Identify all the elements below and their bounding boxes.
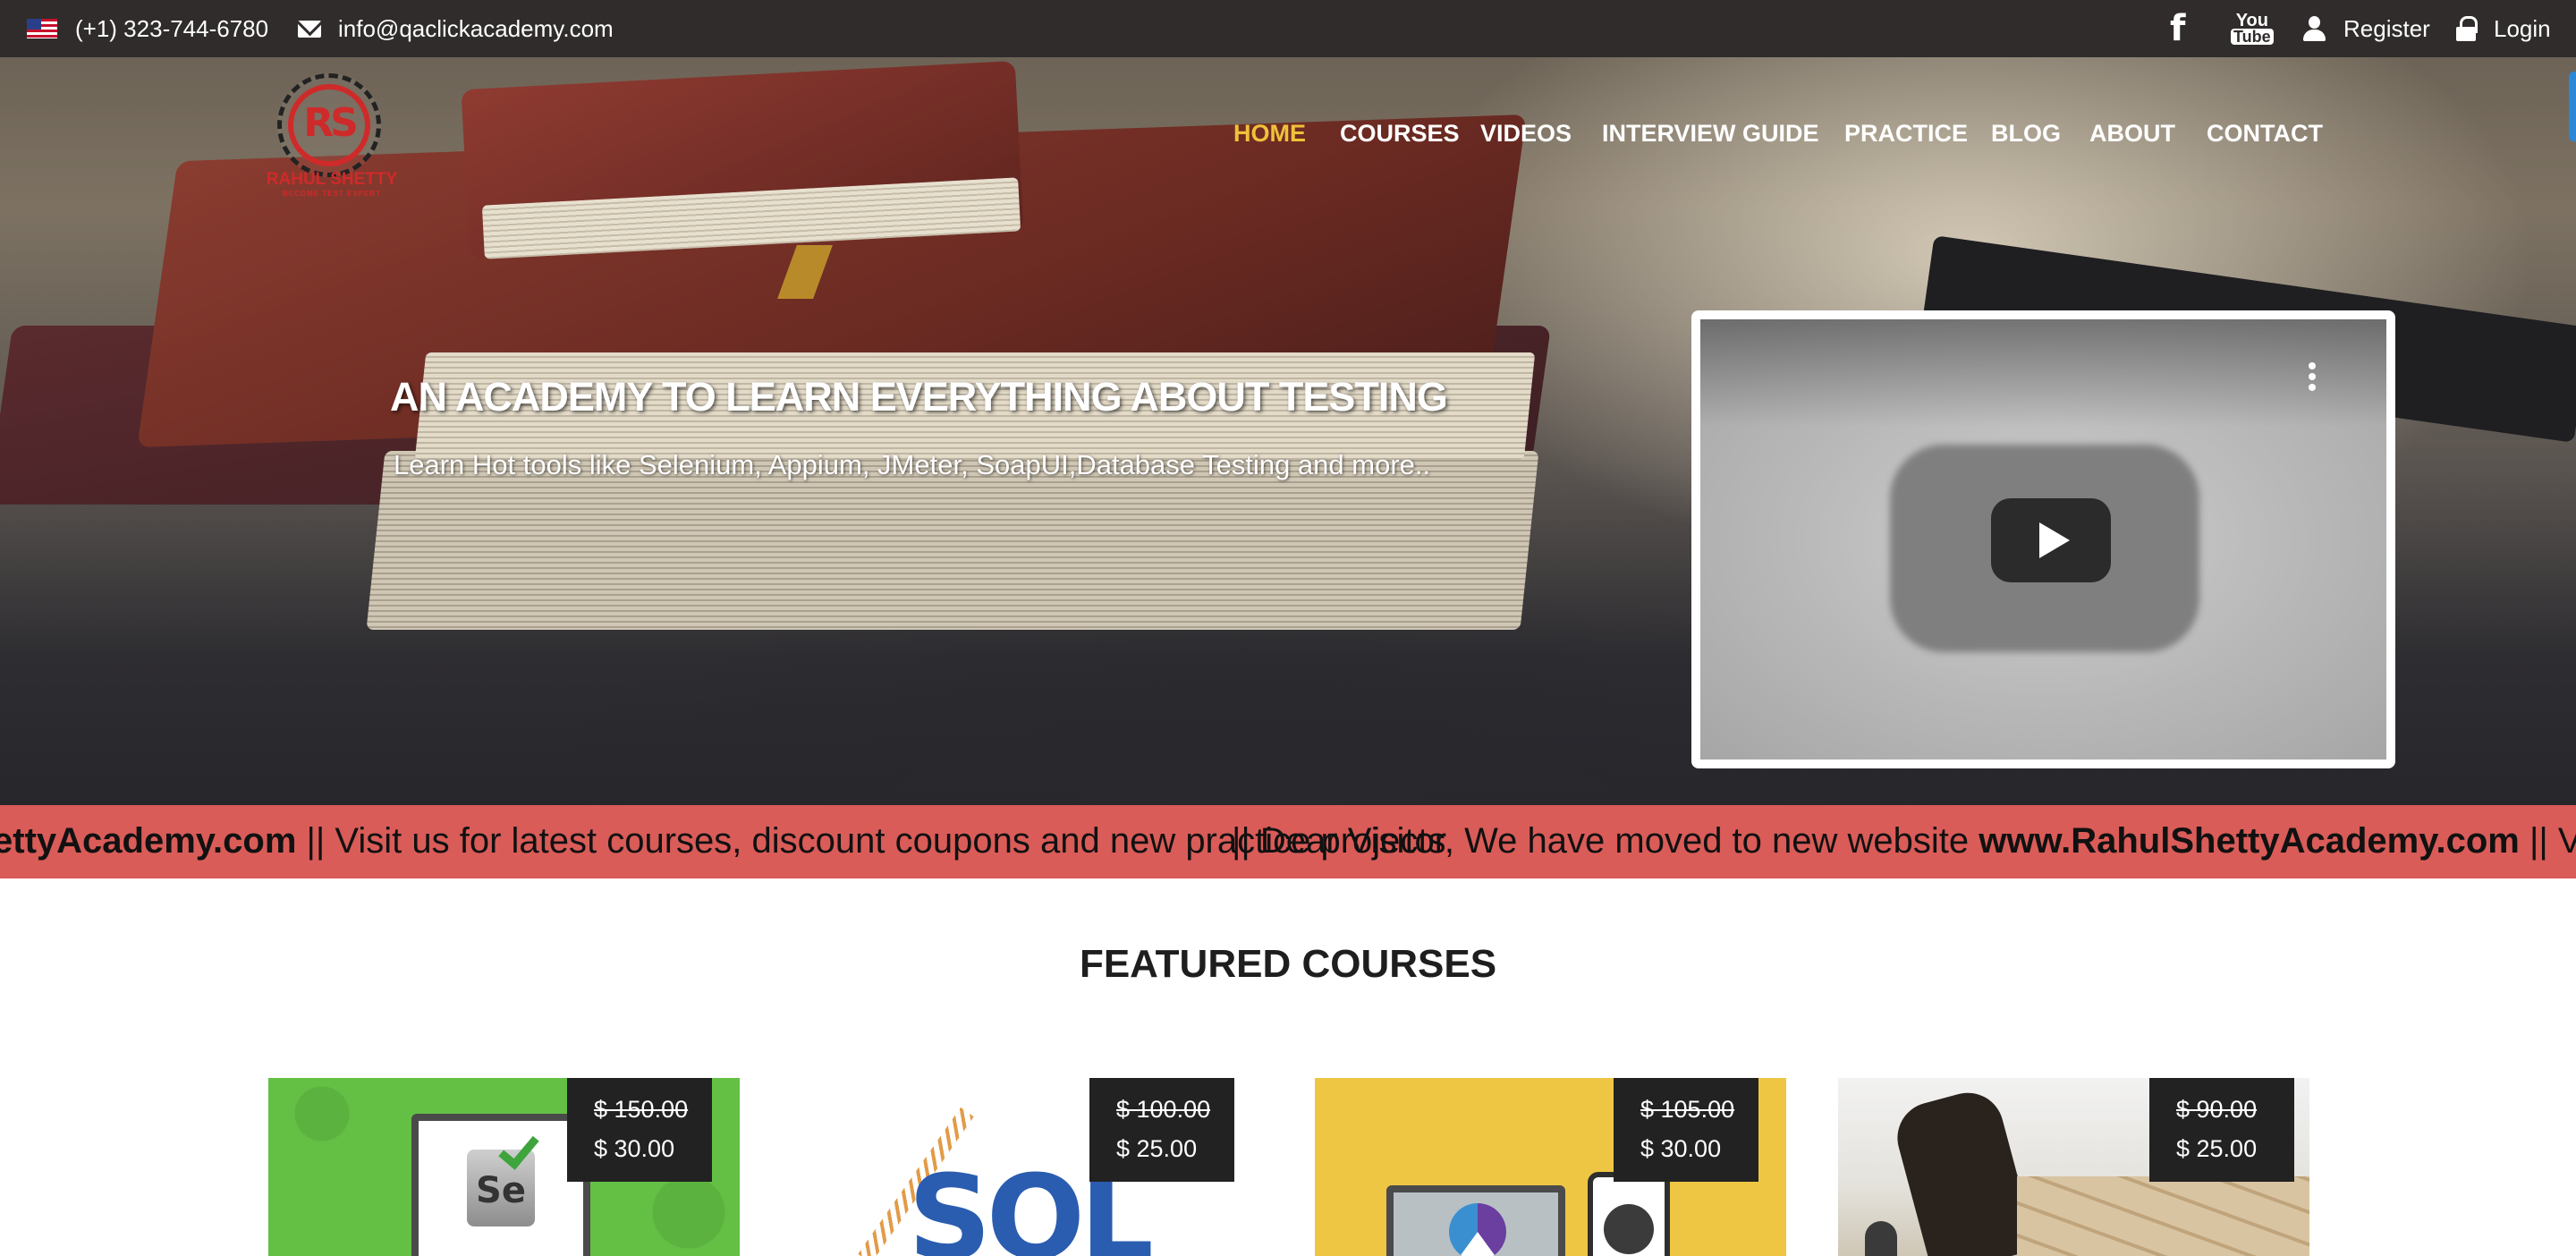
- nav-contact[interactable]: CONTACT: [2207, 120, 2323, 149]
- marquee-link-text: ettyAcademy.com: [0, 821, 297, 861]
- nav-about[interactable]: ABOUT: [2089, 120, 2175, 149]
- hero-title: AN ACADEMY TO LEARN EVERYTHING ABOUT TES…: [390, 374, 1448, 420]
- selenium-logo-icon: Se: [467, 1150, 535, 1226]
- featured-courses-heading: FEATURED COURSES: [1079, 942, 1497, 986]
- user-icon[interactable]: [2302, 0, 2326, 57]
- marquee-segment: ettyAcademy.com || Visit us for latest c…: [0, 821, 1446, 861]
- marquee-text: || Dear Visitor, We have moved to new we…: [1232, 821, 1979, 861]
- announcement-marquee: ettyAcademy.com || Visit us for latest c…: [0, 805, 2576, 878]
- original-price: $ 105.00: [1640, 1096, 1735, 1123]
- marquee-link-text: www.RahulShettyAcademy.com: [1979, 821, 2520, 861]
- side-tab[interactable]: [2569, 72, 2576, 141]
- original-price: $ 150.00: [594, 1096, 689, 1123]
- video-embed[interactable]: [1691, 310, 2395, 768]
- original-price: $ 100.00: [1116, 1096, 1211, 1123]
- nav-home[interactable]: HOME: [1233, 120, 1306, 149]
- login-link[interactable]: Login: [2494, 0, 2551, 57]
- discounted-price: $ 25.00: [2176, 1135, 2258, 1162]
- discounted-price: $ 30.00: [1640, 1135, 1722, 1162]
- lock-icon[interactable]: [2456, 0, 2478, 57]
- top-bar: (+1) 323-744-6780 info@qaclickacademy.co…: [0, 0, 2576, 57]
- original-price: $ 90.00: [2176, 1096, 2258, 1123]
- price-badge: $ 90.00 $ 25.00: [2149, 1078, 2294, 1182]
- nav-blog[interactable]: BLOG: [1991, 120, 2061, 149]
- discounted-price: $ 30.00: [594, 1135, 675, 1162]
- logo-name: RAHUL SHETTY: [266, 170, 398, 189]
- phone-illustration: [1588, 1172, 1670, 1256]
- logo-tagline: BECOME TEST EXPERT: [282, 190, 381, 198]
- price-badge: $ 105.00 $ 30.00: [1614, 1078, 1758, 1182]
- nav-interview-guide[interactable]: INTERVIEW GUIDE: [1602, 120, 1819, 149]
- nav-courses[interactable]: COURSES: [1340, 120, 1460, 149]
- phone-number: (+1) 323-744-6780: [75, 14, 269, 42]
- register-link[interactable]: Register: [2343, 0, 2430, 57]
- envelope-icon: [298, 0, 321, 57]
- marquee-text: || Visi: [2529, 821, 2576, 861]
- email-link[interactable]: info@qaclickacademy.com: [338, 0, 614, 57]
- cargo-photo: [2017, 1176, 2309, 1256]
- nav-videos[interactable]: VIDEOS: [1480, 120, 1572, 149]
- nav-practice[interactable]: PRACTICE: [1844, 120, 1968, 149]
- marquee-segment: || Dear Visitor, We have moved to new we…: [1232, 821, 2576, 861]
- facebook-icon[interactable]: f: [2170, 0, 2185, 57]
- donkey-photo: [1889, 1084, 2038, 1256]
- logo-monogram: RS: [303, 100, 359, 146]
- discounted-price: $ 25.00: [1116, 1135, 1198, 1162]
- us-flag-icon: [27, 0, 57, 57]
- person-photo: [1865, 1221, 1897, 1256]
- video-thumbnail: [1700, 319, 2386, 760]
- play-icon[interactable]: [1991, 498, 2111, 582]
- app-logo-icon: [1449, 1203, 1506, 1256]
- site-logo[interactable]: RS RAHUL SHETTY BECOME TEST EXPERT: [265, 73, 399, 208]
- hero-subtitle: Learn Hot tools like Selenium, Appium, J…: [394, 449, 1431, 480]
- price-badge: $ 100.00 $ 25.00: [1089, 1078, 1234, 1182]
- youtube-icon[interactable]: You Tube: [2231, 0, 2274, 57]
- price-badge: $ 150.00 $ 30.00: [567, 1078, 712, 1182]
- more-options-icon[interactable]: [2309, 362, 2318, 395]
